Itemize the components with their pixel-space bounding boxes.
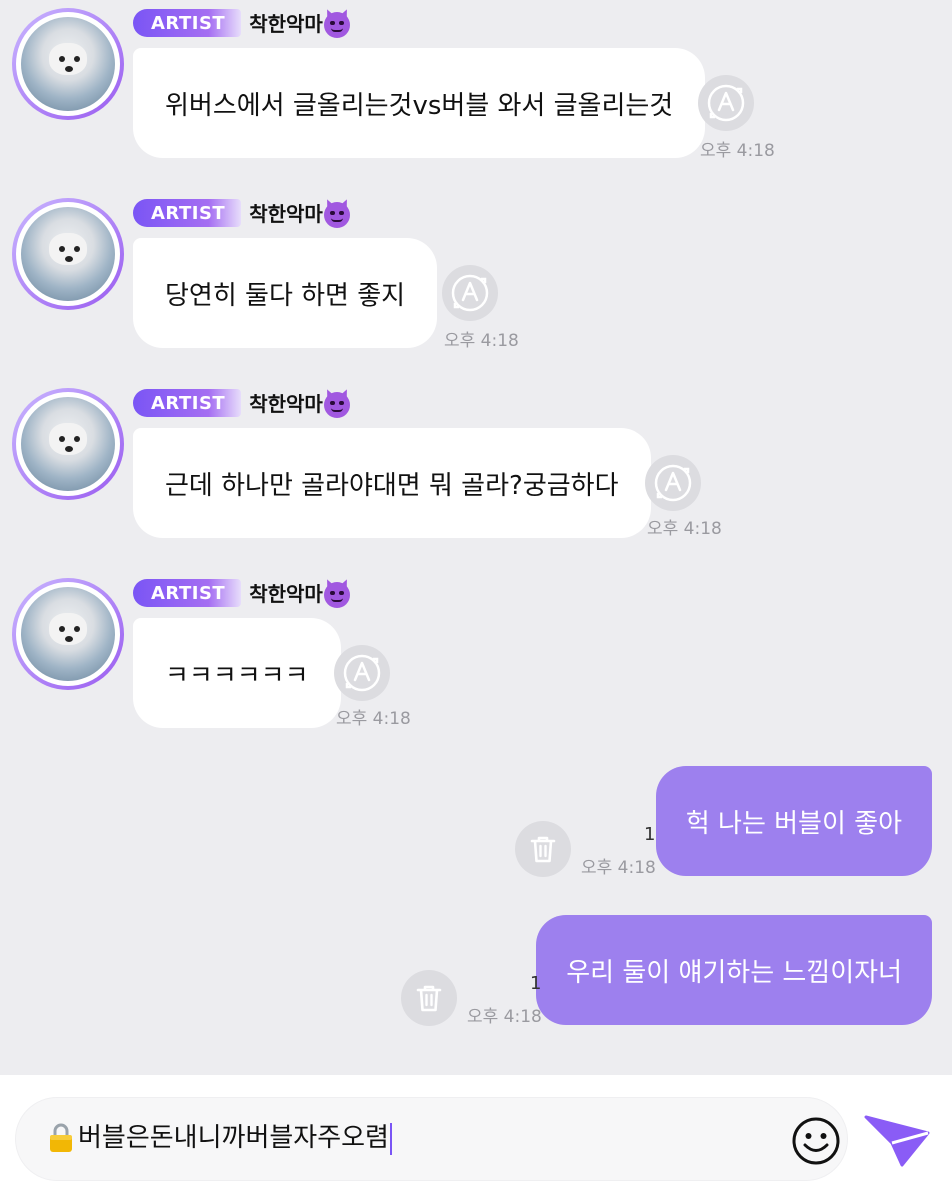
artist-message: ARTIST 착한악마 위버스에서 글올리는것vs버블 와서 글올리는것 오후 … [0, 0, 952, 170]
send-icon[interactable] [862, 1113, 932, 1169]
message-time: 오후 4:18 [444, 331, 519, 351]
sender-name: 착한악마 [249, 578, 350, 609]
translate-icon[interactable] [698, 75, 754, 131]
artist-avatar[interactable] [12, 8, 124, 120]
user-message-bubble[interactable]: 우리 둘이 얘기하는 느낌이자너 [536, 915, 932, 1025]
artist-message: ARTIST 착한악마 근데 하나만 골라야대면 뭐 골라?궁금하다 오후 4:… [0, 380, 952, 550]
smiling-devil-icon [323, 202, 350, 229]
message-time: 오후 4:18 [581, 858, 656, 878]
message-input[interactable]: 버블은돈내니까버블자주오렴 [15, 1097, 848, 1181]
artist-avatar[interactable] [12, 578, 124, 690]
message-input-bar: 버블은돈내니까버블자주오렴 [0, 1075, 952, 1200]
trash-icon[interactable] [515, 821, 571, 877]
message-bubble[interactable]: 근데 하나만 골라야대면 뭐 골라?궁금하다 [133, 428, 651, 538]
artist-avatar[interactable] [12, 198, 124, 310]
message-bubble[interactable]: ㅋㅋㅋㅋㅋㅋ [133, 618, 341, 728]
text-caret [389, 1122, 392, 1155]
smiling-devil-icon [323, 582, 350, 609]
message-time: 오후 4:18 [467, 1007, 542, 1027]
trash-icon[interactable] [401, 970, 457, 1026]
sender-name: 착한악마 [249, 198, 350, 229]
unread-count: 1 [530, 973, 542, 994]
input-text[interactable]: 버블은돈내니까버블자주오렴 [78, 1120, 392, 1156]
smiling-devil-icon [323, 12, 350, 39]
translate-icon[interactable] [334, 645, 390, 701]
lock-icon [50, 1123, 72, 1152]
translate-icon[interactable] [442, 265, 498, 321]
artist-badge: ARTIST [133, 9, 242, 37]
sender-row: ARTIST 착한악마 [133, 198, 350, 229]
message-time: 오후 4:18 [700, 141, 775, 161]
sender-name: 착한악마 [249, 388, 350, 419]
artist-badge: ARTIST [133, 579, 242, 607]
artist-message: ARTIST 착한악마 ㅋㅋㅋㅋㅋㅋ 오후 4:18 [0, 570, 952, 740]
message-bubble[interactable]: 당연히 둘다 하면 좋지 [133, 238, 438, 348]
sender-row: ARTIST 착한악마 [133, 8, 350, 39]
sender-name: 착한악마 [249, 8, 350, 39]
smiling-devil-icon [323, 392, 350, 419]
unread-count: 1 [644, 824, 656, 845]
chat-area[interactable]: ARTIST 착한악마 위버스에서 글올리는것vs버블 와서 글올리는것 오후 … [0, 0, 952, 1075]
message-bubble[interactable]: 위버스에서 글올리는것vs버블 와서 글올리는것 [133, 48, 706, 158]
artist-message: ARTIST 착한악마 당연히 둘다 하면 좋지 오후 4:18 [0, 190, 952, 360]
message-time: 오후 4:18 [647, 519, 722, 539]
sender-row: ARTIST 착한악마 [133, 388, 350, 419]
sender-row: ARTIST 착한악마 [133, 578, 350, 609]
user-message-bubble[interactable]: 헉 나는 버블이 좋아 [655, 766, 932, 876]
translate-icon[interactable] [645, 455, 701, 511]
artist-avatar[interactable] [12, 388, 124, 500]
artist-badge: ARTIST [133, 199, 242, 227]
message-time: 오후 4:18 [336, 709, 411, 729]
smiley-face-icon[interactable] [790, 1115, 842, 1167]
artist-badge: ARTIST [133, 389, 242, 417]
